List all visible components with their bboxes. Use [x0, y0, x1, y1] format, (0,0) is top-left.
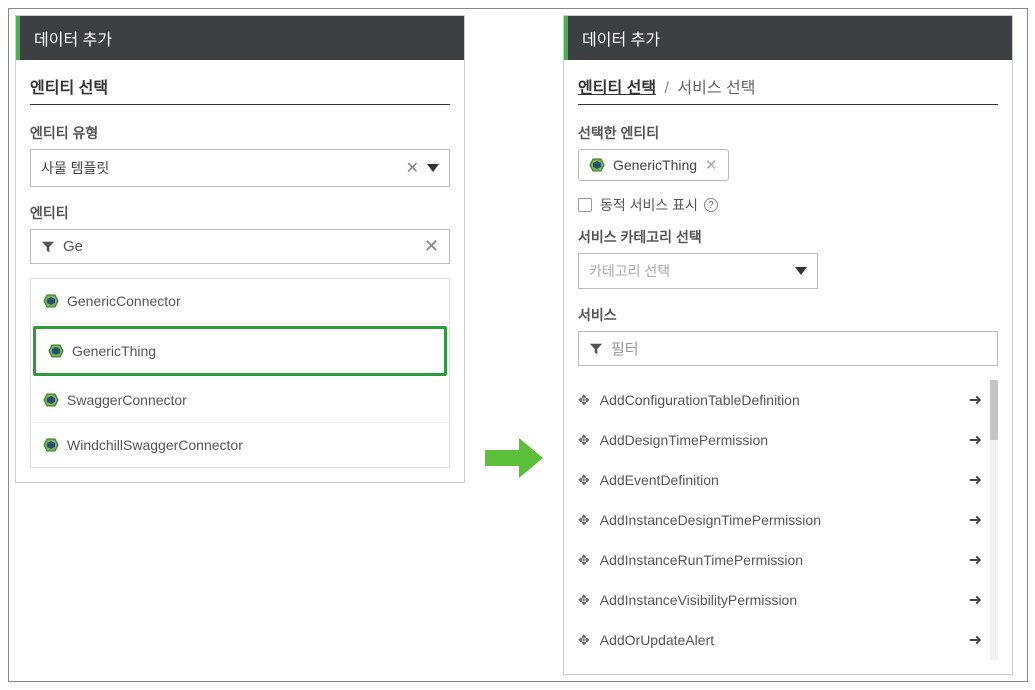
entity-type-value: 사물 템플릿: [41, 158, 406, 178]
service-item[interactable]: ✥ AddInstanceVisibilityPermission ➜: [578, 580, 986, 620]
filter-icon: [41, 240, 55, 254]
entity-icon: [43, 293, 59, 309]
entity-icon: [48, 343, 64, 359]
service-category-select[interactable]: 카테고리 선택: [578, 253, 818, 289]
filter-icon: [589, 342, 603, 356]
drag-icon[interactable]: ✥: [578, 392, 590, 409]
chip-label: GenericThing: [613, 157, 697, 173]
panel-header: 데이터 추가: [16, 16, 464, 60]
panel-header: 데이터 추가: [564, 16, 1012, 60]
service-list: ✥ AddConfigurationTableDefinition ➜ ✥ Ad…: [578, 380, 986, 660]
chevron-down-icon: [795, 267, 807, 275]
entity-item-windchillswaggerconnector[interactable]: WindchillSwaggerConnector: [31, 423, 449, 467]
arrow-right-icon[interactable]: ➜: [969, 550, 982, 570]
service-name: AddDesignTimePermission: [600, 432, 969, 448]
panel-title: 데이터 추가: [34, 32, 112, 49]
service-name: AddInstanceVisibilityPermission: [600, 592, 969, 608]
services-label: 서비스: [578, 305, 998, 325]
entity-dropdown: GenericConnector GenericThing SwaggerCon…: [30, 278, 450, 468]
arrow-right-icon[interactable]: ➜: [969, 630, 982, 650]
service-item[interactable]: ✥ AddDesignTimePermission ➜: [578, 420, 986, 460]
breadcrumb-current: 서비스 선택: [677, 80, 755, 97]
breadcrumb-link-entity[interactable]: 엔티티 선택: [578, 80, 656, 97]
arrow-right-icon[interactable]: ➜: [969, 470, 982, 490]
section-title: 엔티티 선택: [30, 74, 450, 105]
select-placeholder: 카테고리 선택: [589, 261, 795, 281]
help-icon[interactable]: ?: [704, 198, 718, 212]
dynamic-services-checkbox[interactable]: 동적 서비스 표시 ?: [578, 195, 998, 215]
service-item[interactable]: ✥ AddInstanceRunTimePermission ➜: [578, 540, 986, 580]
drag-icon[interactable]: ✥: [578, 472, 590, 489]
breadcrumb-separator: /: [665, 80, 669, 97]
arrow-right-icon: [485, 436, 543, 485]
drag-icon[interactable]: ✥: [578, 592, 590, 609]
entity-icon: [589, 157, 605, 173]
entity-item-label: GenericThing: [72, 343, 156, 359]
close-icon[interactable]: ✕: [705, 156, 718, 174]
entity-icon: [43, 392, 59, 408]
service-name: AddInstanceDesignTimePermission: [600, 512, 969, 528]
arrow-right-icon[interactable]: ➜: [969, 430, 982, 450]
breadcrumb: 엔티티 선택 / 서비스 선택: [578, 74, 998, 105]
panel-title: 데이터 추가: [582, 32, 660, 49]
drag-icon[interactable]: ✥: [578, 512, 590, 529]
add-data-panel-left: 데이터 추가 엔티티 선택 엔티티 유형 사물 템플릿 ✕ 엔티티 Ge ✕: [15, 15, 465, 483]
checkbox-label: 동적 서비스 표시: [600, 195, 698, 215]
drag-icon[interactable]: ✥: [578, 632, 590, 649]
service-item[interactable]: ✥ AddInstanceDesignTimePermission ➜: [578, 500, 986, 540]
filter-value: Ge: [63, 238, 424, 255]
selected-entity-label: 선택한 엔티티: [578, 123, 998, 143]
entity-item-label: SwaggerConnector: [67, 392, 187, 408]
entity-label: 엔티티: [30, 203, 450, 223]
service-name: AddEventDefinition: [600, 472, 969, 488]
service-item[interactable]: ✥ AddEventDefinition ➜: [578, 460, 986, 500]
add-data-panel-right: 데이터 추가 엔티티 선택 / 서비스 선택 선택한 엔티티 GenericTh…: [563, 15, 1013, 675]
filter-placeholder: 필터: [611, 338, 987, 359]
service-name: AddConfigurationTableDefinition: [600, 392, 969, 408]
service-name: AddOrUpdateAlert: [600, 632, 969, 648]
services-filter-input[interactable]: 필터: [578, 331, 998, 366]
entity-item-label: GenericConnector: [67, 293, 181, 309]
entity-filter-input[interactable]: Ge ✕: [30, 229, 450, 264]
arrow-right-icon[interactable]: ➜: [969, 390, 982, 410]
entity-item-label: WindchillSwaggerConnector: [67, 437, 243, 453]
checkbox-icon: [578, 198, 592, 212]
selected-entity-chip: GenericThing ✕: [578, 149, 729, 181]
arrow-right-icon[interactable]: ➜: [969, 590, 982, 610]
service-item[interactable]: ✥ AddOrUpdateAlert ➜: [578, 620, 986, 660]
entity-type-select[interactable]: 사물 템플릿 ✕: [30, 149, 450, 187]
service-item[interactable]: ✥ AddConfigurationTableDefinition ➜: [578, 380, 986, 420]
arrow-right-icon[interactable]: ➜: [969, 510, 982, 530]
entity-icon: [43, 437, 59, 453]
drag-icon[interactable]: ✥: [578, 552, 590, 569]
chevron-down-icon: [427, 164, 439, 172]
clear-icon[interactable]: ✕: [406, 158, 419, 178]
scroll-thumb[interactable]: [990, 380, 998, 440]
scrollbar[interactable]: [990, 380, 998, 660]
entity-type-label: 엔티티 유형: [30, 123, 450, 143]
service-name: AddInstanceRunTimePermission: [600, 552, 969, 568]
service-category-label: 서비스 카테고리 선택: [578, 227, 998, 247]
drag-icon[interactable]: ✥: [578, 432, 590, 449]
entity-item-swaggerconnector[interactable]: SwaggerConnector: [31, 378, 449, 423]
clear-icon[interactable]: ✕: [424, 236, 439, 257]
entity-item-genericthing[interactable]: GenericThing: [33, 326, 447, 376]
entity-item-genericconnector[interactable]: GenericConnector: [31, 279, 449, 324]
